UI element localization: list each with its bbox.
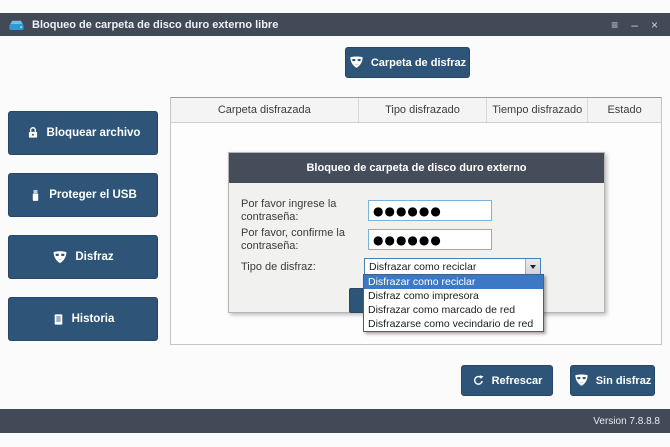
sidebar-item-label: Bloquear archivo	[47, 127, 141, 139]
password-label: Por favor ingrese la contraseña:	[241, 198, 369, 224]
app-window: Bloqueo de carpeta de disco duro externo…	[0, 0, 670, 447]
dropdown-option[interactable]: Disfraz como impresora	[364, 289, 543, 303]
disguise-type-dropdown-list: Disfrazar como reciclar Disfraz como imp…	[363, 274, 544, 332]
undisguise-label: Sin disfraz	[596, 375, 652, 387]
refresh-label: Refrescar	[492, 375, 543, 387]
hard-drive-icon	[8, 18, 25, 32]
column-header[interactable]: Tiempo disfrazado	[487, 98, 588, 122]
password-input[interactable]	[368, 200, 492, 221]
sidebar-item-label: Disfraz	[75, 251, 113, 263]
sidebar-item-label: Proteger el USB	[49, 189, 137, 201]
column-header[interactable]: Tipo disfrazado	[359, 98, 488, 122]
window-controls: ≡ – ×	[611, 19, 662, 31]
dropdown-option[interactable]: Disfrazar como marcado de red	[364, 303, 543, 317]
status-bar: Version 7.8.8.8	[0, 409, 670, 433]
version-text: Version 7.8.8.8	[593, 416, 660, 427]
title-bar: Bloqueo de carpeta de disco duro externo…	[0, 13, 670, 36]
disguise-folder-label: Carpeta de disfraz	[371, 57, 466, 69]
sidebar-item-history[interactable]: Historia	[8, 297, 158, 341]
refresh-button[interactable]: Refrescar	[461, 365, 553, 396]
mask-icon	[574, 374, 589, 387]
confirm-password-input[interactable]	[368, 229, 492, 250]
confirm-password-label: Por favor, confirme la contraseña:	[241, 227, 369, 253]
close-icon[interactable]: ×	[651, 19, 658, 31]
window-title: Bloqueo de carpeta de disco duro externo…	[32, 19, 278, 31]
sidebar-item-label: Historia	[72, 313, 115, 325]
history-icon	[52, 312, 65, 327]
sidebar-item-protect-usb[interactable]: Proteger el USB	[8, 173, 158, 217]
undisguise-button[interactable]: Sin disfraz	[570, 365, 655, 396]
dropdown-option[interactable]: Disfrazarse como vecindario de red	[364, 317, 543, 331]
menu-icon[interactable]: ≡	[611, 19, 618, 31]
dialog-title: Bloqueo de carpeta de disco duro externo	[229, 153, 604, 183]
combobox-selected-value: Disfrazar como reciclar	[365, 261, 525, 273]
column-header[interactable]: Estado	[588, 98, 661, 122]
column-header[interactable]: Carpeta disfrazada	[171, 98, 359, 122]
sidebar-item-disguise[interactable]: Disfraz	[8, 235, 158, 279]
minimize-icon[interactable]: –	[631, 19, 638, 31]
mask-icon	[52, 251, 68, 264]
refresh-icon	[472, 374, 485, 387]
usb-icon	[29, 188, 42, 203]
mask-icon	[349, 56, 364, 69]
disguise-type-label: Tipo de disfraz:	[241, 261, 369, 274]
disguise-folder-button[interactable]: Carpeta de disfraz	[345, 47, 470, 78]
chevron-down-icon	[530, 265, 536, 269]
dropdown-option[interactable]: Disfrazar como reciclar	[364, 275, 543, 289]
combobox-dropdown-button[interactable]	[525, 259, 540, 275]
table-header-row: Carpeta disfrazada Tipo disfrazado Tiemp…	[171, 98, 661, 123]
sidebar-item-lock-file[interactable]: Bloquear archivo	[8, 111, 158, 155]
lock-icon	[26, 126, 40, 140]
